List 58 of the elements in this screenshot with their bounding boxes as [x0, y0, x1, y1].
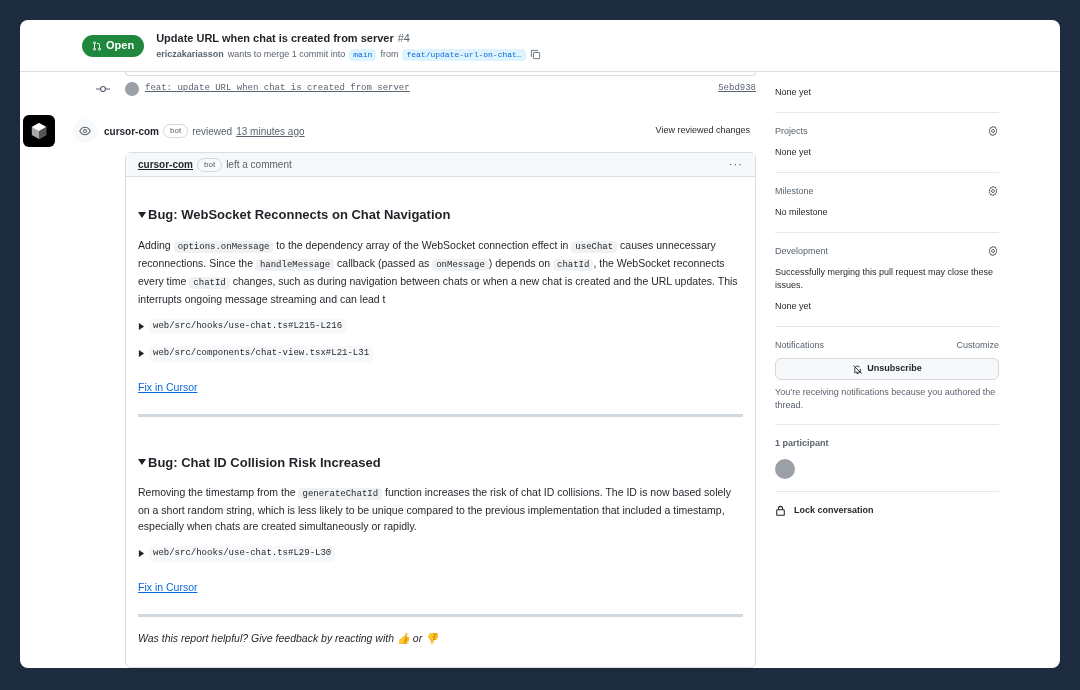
bug-description: Removing the timestamp from the generateChatId function increases the risk of chat ID collisions. The ID is now based solely on a short random string, which is less likely to be unique compared to the previous implementation that included a timestamp, especially when chats are created simultaneously or rapidly. [138, 485, 732, 534]
customize-link[interactable]: Customize [956, 338, 999, 352]
collapsed-triangle-icon[interactable] [138, 322, 145, 330]
participant-avatar[interactable] [775, 458, 795, 479]
fix-link[interactable]: Fix in Cursor [138, 580, 198, 593]
unsubscribe-button[interactable]: Unsubscribe [775, 358, 999, 380]
bug-title[interactable]: Bug: WebSocket Reconnects on Chat Navigation [148, 205, 451, 225]
section-value: None yet [775, 146, 813, 159]
section-title: Notifications [775, 338, 825, 352]
file-path[interactable]: web/src/hooks/use-chat.ts#L215-L216 [149, 318, 347, 334]
base-branch[interactable]: main [349, 48, 377, 61]
commit-icon [95, 85, 110, 93]
pr-number: #4 [397, 30, 410, 46]
feedback-text: Was this report helpful? Give feedback by reacting with 👍 or 👎 [138, 630, 440, 646]
section-value: None yet [775, 300, 813, 313]
commit-sha[interactable]: 5ebd938 [718, 82, 756, 96]
review-time[interactable]: 13 minutes ago [236, 123, 305, 139]
copy-icon[interactable] [529, 49, 541, 61]
section-title[interactable]: Development [775, 244, 829, 258]
section-note: Successfully merging this pull request may close these issues. [775, 266, 995, 292]
lock-conversation-link[interactable]: Lock conversation [794, 503, 874, 517]
collapsed-triangle-icon[interactable] [138, 550, 145, 558]
settings-icon[interactable] [987, 125, 999, 138]
expanded-triangle-icon[interactable] [138, 210, 146, 219]
section-value: No milestone [775, 206, 829, 219]
notification-note: You’re receiving notifications because you authored the thread. [775, 386, 997, 412]
commit-link[interactable]: feat: update URL when chat is created from server [145, 82, 410, 96]
from-text: from [380, 48, 399, 61]
settings-icon[interactable] [987, 185, 999, 198]
bug-description: Adding options.onMessage to the dependency array of the WebSocket connection effect in useChat causes unnecessary reconnections. Since the handleMessage callback (passed as onMessage ) depends on chatId , the WebSocket reconnects every time chatId changes, such as during navigation between chats or when a new chat is created and the URL updates. This interrupts ongoing message streaming and can lead t [138, 237, 739, 307]
state-badge: Open [82, 34, 145, 57]
section-title: 1 participant [775, 437, 830, 450]
section-title[interactable]: Milestone [775, 184, 814, 198]
file-path[interactable]: web/src/components/chat-view.tsx#L21-L31 [149, 346, 374, 362]
bot-avatar [23, 115, 55, 147]
settings-icon[interactable] [987, 245, 999, 258]
bug-title[interactable]: Bug: Chat ID Collision Risk Increased [148, 452, 381, 472]
author-link[interactable]: ericzakariasson [156, 48, 224, 62]
avatar [125, 82, 139, 96]
review-action: reviewed [192, 124, 233, 139]
labels-value: None yet [775, 87, 812, 97]
merge-text: wants to merge 1 commit into [227, 48, 346, 61]
pull-request-icon [92, 40, 102, 51]
view-changes-link[interactable]: View reviewed changes [655, 124, 750, 138]
expanded-triangle-icon[interactable] [138, 458, 146, 467]
bell-slash-icon [852, 363, 864, 375]
fix-link[interactable]: Fix in Cursor [138, 380, 198, 393]
eye-icon [79, 125, 91, 137]
file-path[interactable]: web/src/hooks/use-chat.ts#L29-L30 [149, 546, 336, 562]
collapsed-triangle-icon[interactable] [138, 350, 145, 358]
more-options-button[interactable]: ··· [728, 156, 743, 173]
head-branch[interactable]: feat/update-url-on-chat… [402, 48, 526, 61]
lock-icon [775, 504, 786, 516]
pr-title: Update URL when chat is created from server [156, 30, 394, 46]
section-title[interactable]: Projects [775, 124, 808, 138]
reviewer-link[interactable]: cursor-com [104, 123, 159, 139]
commenter-link[interactable]: cursor-com [138, 157, 193, 172]
comment-action: left a comment [226, 158, 292, 172]
